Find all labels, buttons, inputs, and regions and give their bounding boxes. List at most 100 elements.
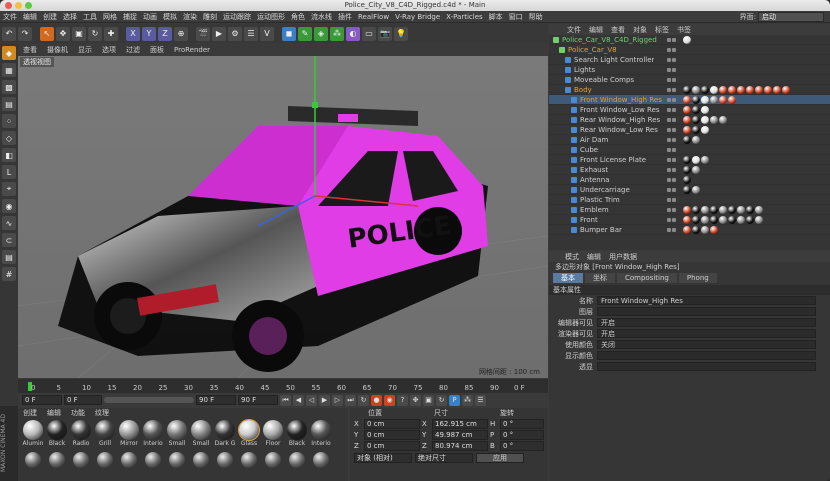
material-swatch[interactable] bbox=[166, 452, 188, 470]
object-menu-item[interactable]: 对象 bbox=[629, 25, 651, 35]
menu-item[interactable]: X-Particles bbox=[443, 13, 485, 21]
material-swatch[interactable] bbox=[286, 452, 308, 470]
floor-icon[interactable]: ▭ bbox=[362, 26, 376, 41]
material-tag-icon[interactable] bbox=[746, 216, 754, 224]
cube-primitive-icon[interactable]: ◼ bbox=[282, 26, 296, 41]
editor-visibility-dot[interactable] bbox=[667, 138, 671, 142]
object-row[interactable]: Air Dam bbox=[549, 135, 830, 145]
menu-item[interactable]: 帮助 bbox=[526, 12, 546, 22]
render-visibility-dot[interactable] bbox=[672, 68, 676, 72]
editor-visibility-dot[interactable] bbox=[667, 48, 671, 52]
attribute-tab[interactable]: Compositing bbox=[617, 273, 677, 283]
visibility-toggle[interactable] bbox=[667, 155, 679, 165]
x-axis-icon[interactable]: X bbox=[126, 26, 140, 41]
material-tag-icon[interactable] bbox=[728, 206, 736, 214]
object-menu-item[interactable]: 书签 bbox=[673, 25, 695, 35]
material-tag-icon[interactable] bbox=[692, 96, 700, 104]
material-menu-item[interactable]: 编辑 bbox=[42, 408, 66, 418]
attribute-tab[interactable]: 基本 bbox=[553, 273, 583, 283]
material-swatch[interactable] bbox=[22, 452, 44, 470]
render-visibility-dot[interactable] bbox=[672, 48, 676, 52]
viewport-menu-item[interactable]: 选项 bbox=[97, 45, 121, 55]
menu-item[interactable]: 角色 bbox=[288, 12, 308, 22]
material-swatch[interactable]: Small bbox=[166, 420, 188, 450]
material-tag-icon[interactable] bbox=[719, 86, 727, 94]
render-visibility-dot[interactable] bbox=[672, 148, 676, 152]
render-visibility-dot[interactable] bbox=[672, 168, 676, 172]
render-view-icon[interactable]: 🎬 bbox=[196, 26, 210, 41]
undo-icon[interactable]: ↶ bbox=[2, 26, 16, 41]
object-row[interactable]: Body bbox=[549, 85, 830, 95]
editor-visibility-dot[interactable] bbox=[667, 178, 671, 182]
close-window-button[interactable] bbox=[5, 2, 12, 9]
editor-visibility-dot[interactable] bbox=[667, 38, 671, 42]
material-tag-icon[interactable] bbox=[710, 96, 718, 104]
material-tag-icon[interactable] bbox=[692, 126, 700, 134]
render-visibility-dot[interactable] bbox=[672, 78, 676, 82]
render-queue-icon[interactable]: ☰ bbox=[244, 26, 258, 41]
attribute-menu-item[interactable]: 用户数据 bbox=[605, 252, 641, 262]
menu-item[interactable]: 渲染 bbox=[180, 12, 200, 22]
material-tag-icon[interactable] bbox=[701, 156, 709, 164]
object-row[interactable]: Front bbox=[549, 215, 830, 225]
material-tag-icon[interactable] bbox=[701, 216, 709, 224]
go-end-icon[interactable]: ⏭ bbox=[345, 394, 356, 406]
edges-mode-icon[interactable]: ◇ bbox=[2, 131, 16, 145]
editor-visibility-dot[interactable] bbox=[667, 148, 671, 152]
editor-visibility-dot[interactable] bbox=[667, 108, 671, 112]
editor-visibility-dot[interactable] bbox=[667, 198, 671, 202]
visibility-toggle[interactable] bbox=[667, 165, 679, 175]
material-swatch[interactable] bbox=[46, 452, 68, 470]
visibility-toggle[interactable] bbox=[667, 185, 679, 195]
visibility-toggle[interactable] bbox=[667, 135, 679, 145]
material-tag-icon[interactable] bbox=[683, 116, 691, 124]
scale-tool-icon[interactable]: ▣ bbox=[72, 26, 86, 41]
material-tag-icon[interactable] bbox=[737, 86, 745, 94]
object-menu-item[interactable]: 编辑 bbox=[585, 25, 607, 35]
keyframe-icon[interactable]: ? bbox=[397, 394, 408, 406]
object-menu-item[interactable]: 标签 bbox=[651, 25, 673, 35]
material-tag-icon[interactable] bbox=[746, 86, 754, 94]
material-tag-icon[interactable] bbox=[683, 216, 691, 224]
deformer-icon[interactable]: ◐ bbox=[346, 26, 360, 41]
material-tag-icon[interactable] bbox=[728, 216, 736, 224]
coord-mode-select[interactable]: 对象 (相对) bbox=[354, 453, 412, 463]
rotation-field[interactable]: 0 ° bbox=[500, 418, 544, 429]
material-tag-icon[interactable] bbox=[683, 206, 691, 214]
visibility-toggle[interactable] bbox=[667, 145, 679, 155]
visibility-toggle[interactable] bbox=[667, 105, 679, 115]
attribute-value[interactable] bbox=[597, 307, 816, 316]
magnet-icon[interactable]: ⊂ bbox=[2, 233, 16, 247]
material-tag-icon[interactable] bbox=[719, 206, 727, 214]
rotation-field[interactable]: 0 ° bbox=[500, 429, 544, 440]
workplane-icon[interactable]: ▤ bbox=[2, 97, 16, 111]
material-tag-icon[interactable] bbox=[692, 166, 700, 174]
editor-visibility-dot[interactable] bbox=[667, 168, 671, 172]
scale-key-icon[interactable]: ▣ bbox=[423, 394, 434, 406]
visibility-toggle[interactable] bbox=[667, 55, 679, 65]
layout-select[interactable]: 启动 bbox=[758, 12, 824, 22]
material-tag-icon[interactable] bbox=[692, 136, 700, 144]
render-visibility-dot[interactable] bbox=[672, 108, 676, 112]
attribute-value[interactable] bbox=[597, 351, 816, 360]
render-settings-icon[interactable]: ⚙ bbox=[228, 26, 242, 41]
viewport-menu-item[interactable]: 过滤 bbox=[121, 45, 145, 55]
editor-visibility-dot[interactable] bbox=[667, 88, 671, 92]
light-icon[interactable]: 💡 bbox=[394, 26, 408, 41]
vray-render-icon[interactable]: V bbox=[260, 26, 274, 41]
render-visibility-dot[interactable] bbox=[672, 178, 676, 182]
object-row[interactable]: Police_Car_V8_C4D_Rigged bbox=[549, 35, 830, 45]
material-tag-icon[interactable] bbox=[692, 156, 700, 164]
object-row[interactable]: Bumper Bar bbox=[549, 225, 830, 235]
material-swatch[interactable] bbox=[118, 452, 140, 470]
material-tag-icon[interactable] bbox=[701, 206, 709, 214]
autokey-icon[interactable]: ◉ bbox=[384, 394, 395, 406]
material-tag-icon[interactable] bbox=[710, 86, 718, 94]
menu-item[interactable]: 创建 bbox=[40, 12, 60, 22]
menu-item[interactable]: 窗口 bbox=[506, 12, 526, 22]
material-swatch[interactable]: Floor bbox=[262, 420, 284, 450]
material-tag-icon[interactable] bbox=[701, 106, 709, 114]
object-row[interactable]: Rear Window_Low Res bbox=[549, 125, 830, 135]
material-swatch[interactable] bbox=[310, 452, 332, 470]
material-tag-icon[interactable] bbox=[692, 206, 700, 214]
